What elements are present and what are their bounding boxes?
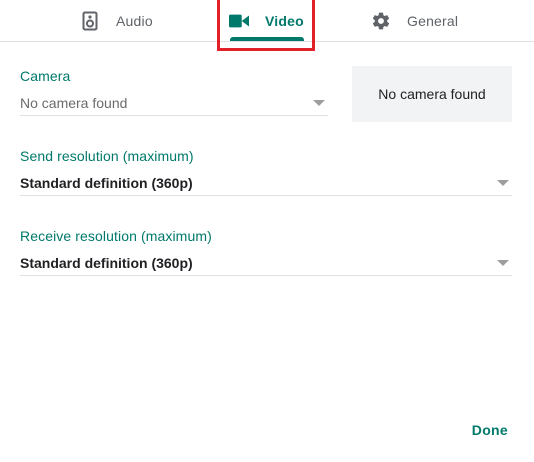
tab-audio[interactable]: Audio (80, 0, 153, 41)
active-tab-indicator (230, 37, 304, 41)
receive-resolution-label: Receive resolution (maximum) (20, 228, 212, 244)
camera-label: Camera (20, 68, 71, 84)
camera-select-value: No camera found (20, 94, 128, 111)
videocam-icon (229, 10, 249, 32)
tab-general[interactable]: General (371, 0, 458, 41)
camera-select[interactable]: No camera found (20, 90, 328, 116)
speaker-icon (80, 10, 100, 32)
chevron-down-icon (313, 99, 325, 106)
chevron-down-icon (497, 179, 509, 186)
gear-icon (371, 10, 391, 32)
settings-dialog: Audio Video General Camera No camera fou… (0, 0, 534, 462)
tab-video[interactable]: Video (229, 0, 304, 41)
tab-audio-label: Audio (116, 12, 153, 29)
camera-preview: No camera found (352, 66, 512, 122)
done-button[interactable]: Done (472, 422, 508, 442)
settings-tabs: Audio Video General (0, 0, 534, 42)
send-resolution-value: Standard definition (360p) (20, 174, 193, 191)
receive-resolution-select[interactable]: Standard definition (360p) (20, 250, 512, 276)
receive-resolution-value: Standard definition (360p) (20, 254, 193, 271)
send-resolution-label: Send resolution (maximum) (20, 148, 194, 164)
send-resolution-select[interactable]: Standard definition (360p) (20, 170, 512, 196)
tab-video-label: Video (265, 12, 304, 29)
camera-preview-text: No camera found (378, 86, 486, 102)
chevron-down-icon (497, 259, 509, 266)
tab-general-label: General (407, 12, 459, 29)
